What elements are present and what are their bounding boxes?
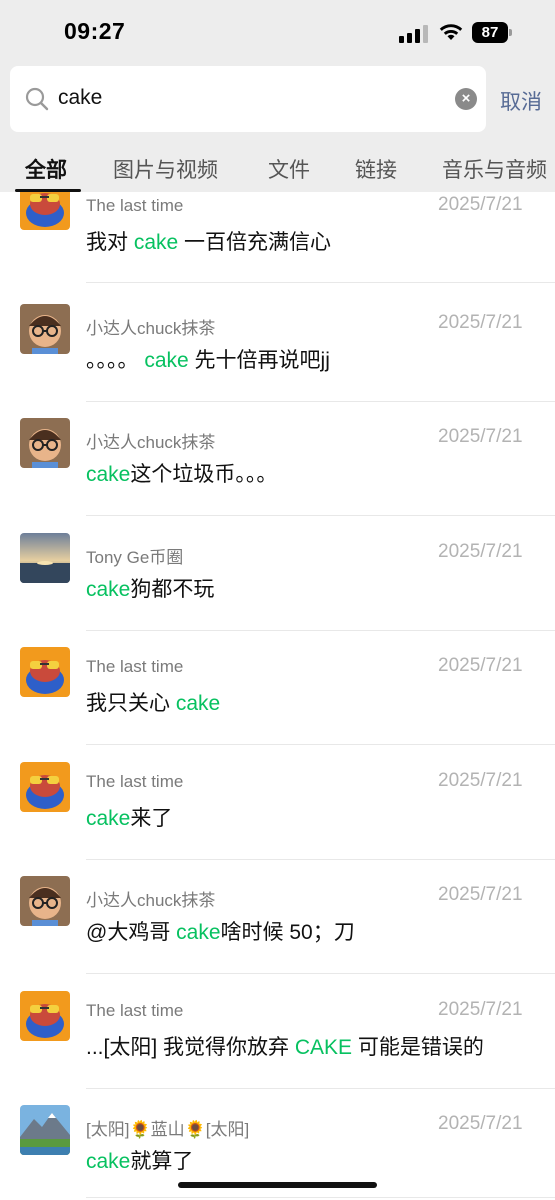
cellular-signal-icon — [399, 25, 429, 43]
header: 09:27 87 × 取消 全部 图片与视频 文件 链接 音乐与音频 — [0, 0, 555, 192]
message-text: 我对 cake 一百倍充满信心 — [86, 231, 332, 254]
tab-links[interactable]: 链接 — [355, 154, 397, 184]
keyword-highlight: cake — [175, 692, 221, 715]
divider — [86, 515, 555, 516]
search-icon — [25, 87, 49, 111]
keyword-highlight: cake — [144, 349, 189, 372]
sender-name: The last time — [86, 657, 184, 676]
tab-photos-videos[interactable]: 图片与视频 — [113, 154, 218, 184]
message-date: 2025/7/21 — [438, 884, 523, 905]
sender-name: The last time — [86, 1001, 184, 1020]
message-text: cake就算了 — [86, 1150, 194, 1173]
glasses-man-avatar — [20, 304, 70, 354]
keyword-highlight: cake — [86, 578, 131, 601]
frog-avatar — [20, 991, 70, 1041]
status-bar: 09:27 87 — [0, 0, 555, 62]
filter-tabs: 全部 图片与视频 文件 链接 音乐与音频 — [0, 148, 555, 192]
sender-name: The last time — [86, 772, 184, 791]
message-text: cake狗都不玩 — [86, 578, 215, 601]
message-date: 2025/7/21 — [438, 655, 523, 676]
list-item[interactable]: The last time 2025/7/21 我只关心 cake — [0, 631, 555, 745]
sunset-avatar — [20, 533, 70, 583]
list-item[interactable]: 小达人chuck抹茶 2025/7/21 @大鸡哥 cake啥时候 50；刀 — [0, 860, 555, 974]
tab-files[interactable]: 文件 — [268, 154, 310, 184]
message-text: 我只关心 cake — [86, 692, 221, 715]
message-date: 2025/7/21 — [438, 770, 523, 791]
frog-avatar — [20, 762, 70, 812]
keyword-highlight: cake — [86, 1150, 131, 1173]
list-item[interactable]: Tony Ge币圈 2025/7/21 cake狗都不玩 — [0, 517, 555, 631]
divider — [86, 744, 555, 745]
sender-name: The last time — [86, 196, 184, 215]
cancel-button[interactable]: 取消 — [500, 86, 542, 116]
battery-level: 87 — [472, 22, 508, 43]
message-text: cake来了 — [86, 807, 173, 830]
sender-name: Tony Ge币圈 — [86, 548, 184, 567]
divider — [86, 973, 555, 974]
sender-name: 小达人chuck抹茶 — [86, 891, 216, 910]
keyword-highlight: cake — [133, 231, 179, 254]
message-date: 2025/7/21 — [438, 999, 523, 1020]
sender-name: 小达人chuck抹茶 — [86, 319, 216, 338]
message-date: 2025/7/21 — [438, 312, 523, 333]
mountain-avatar — [20, 1105, 70, 1155]
search-input[interactable] — [58, 86, 438, 110]
list-item[interactable]: 小达人chuck抹茶 2025/7/21 。。。。 cake 先十倍再说吧jj — [0, 288, 555, 402]
message-text: @大鸡哥 cake啥时候 50；刀 — [86, 921, 355, 944]
frog-avatar — [20, 192, 70, 230]
tab-music-audio[interactable]: 音乐与音频 — [442, 154, 547, 184]
keyword-highlight: cake — [176, 921, 221, 944]
keyword-highlight: cake — [86, 807, 131, 830]
home-indicator[interactable] — [178, 1182, 377, 1188]
message-text: ...[太阳] 我觉得你放弃 CAKE 可能是错误的 — [86, 1036, 484, 1059]
list-item[interactable]: The last time 2025/7/21 我对 cake 一百倍充满信心 — [0, 192, 555, 288]
search-bar[interactable]: × — [10, 66, 486, 132]
glasses-man-avatar — [20, 876, 70, 926]
clear-search-icon[interactable]: × — [455, 88, 477, 110]
frog-avatar — [20, 647, 70, 697]
sender-name: [太阳]🌻蓝山🌻[太阳] — [86, 1120, 250, 1139]
results-list: The last time 2025/7/21 我对 cake 一百倍充满信心 … — [0, 192, 555, 1200]
list-item[interactable]: The last time 2025/7/21 ...[太阳] 我觉得你放弃 C… — [0, 975, 555, 1089]
list-item[interactable]: 小达人chuck抹茶 2025/7/21 cake这个垃圾币。。。 — [0, 402, 555, 516]
message-text: 。。。。 cake 先十倍再说吧jj — [86, 349, 330, 372]
divider — [86, 282, 555, 283]
glasses-man-avatar — [20, 418, 70, 468]
battery-icon: 87 — [472, 22, 512, 43]
divider — [86, 1197, 555, 1198]
keyword-highlight: cake — [86, 463, 131, 486]
sender-name: 小达人chuck抹茶 — [86, 433, 216, 452]
wifi-icon — [439, 24, 463, 40]
keyword-highlight: CAKE — [294, 1036, 353, 1059]
status-time: 09:27 — [64, 18, 126, 44]
message-date: 2025/7/21 — [438, 426, 523, 447]
message-date: 2025/7/21 — [438, 194, 523, 215]
message-date: 2025/7/21 — [438, 1113, 523, 1134]
message-text: cake这个垃圾币。。。 — [86, 463, 278, 486]
tab-all[interactable]: 全部 — [25, 154, 67, 184]
list-item[interactable]: The last time 2025/7/21 cake来了 — [0, 746, 555, 860]
message-date: 2025/7/21 — [438, 541, 523, 562]
